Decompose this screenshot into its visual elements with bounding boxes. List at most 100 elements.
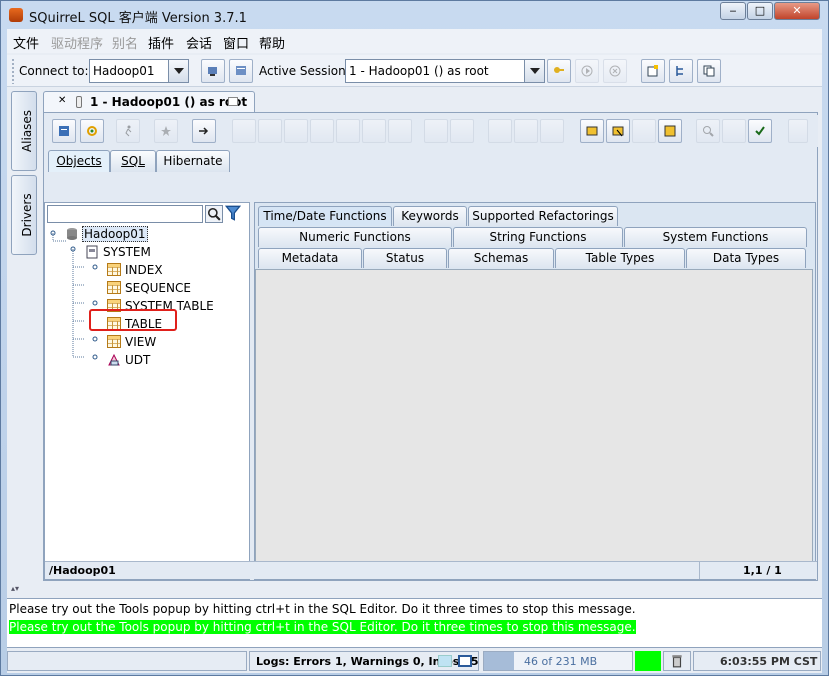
search-button[interactable] (205, 205, 223, 223)
chevron-down-icon[interactable] (524, 60, 544, 82)
tree-node-sequence-label: SEQUENCE (125, 281, 191, 295)
menu-window[interactable]: 窗口 (223, 33, 249, 52)
memory-panel[interactable]: 46 of 231 MB (483, 651, 633, 671)
active-session-combo[interactable]: 1 - Hadoop01 () as root (345, 59, 545, 83)
edit-button[interactable] (258, 119, 282, 143)
sql-editor-button[interactable] (52, 119, 76, 143)
undock-icon[interactable] (228, 97, 238, 106)
toolbar-grip[interactable] (11, 58, 15, 84)
delete-button[interactable] (424, 119, 448, 143)
tab-system-functions[interactable]: System Functions (624, 227, 807, 247)
filter-button[interactable] (224, 205, 243, 223)
results-layout-button[interactable] (658, 119, 682, 143)
tab-metadata[interactable]: Metadata (258, 248, 362, 268)
goto-button[interactable] (192, 119, 216, 143)
menu-aliases[interactable]: 别名 (112, 33, 138, 52)
close-results-button[interactable] (632, 119, 656, 143)
menu-file[interactable]: 文件 (13, 33, 39, 52)
maximize-button[interactable]: □ (747, 2, 773, 20)
new-session-button[interactable] (547, 59, 571, 83)
aliases-tab[interactable]: Aliases (11, 91, 37, 171)
bookmark-button[interactable] (154, 119, 178, 143)
logs-panel[interactable]: Logs: Errors 1, Warnings 0, Infos 45 (249, 651, 479, 671)
tree-node-index[interactable]: INDEX (107, 263, 163, 277)
menu-session[interactable]: 会话 (186, 33, 212, 52)
tab-sql-label: SQL (121, 154, 145, 168)
tree-search-input[interactable] (47, 205, 203, 223)
tab-data-types[interactable]: Data Types (686, 248, 806, 268)
next-button[interactable] (514, 119, 538, 143)
tree-view-button[interactable] (669, 59, 693, 83)
print-button[interactable] (310, 119, 334, 143)
connect-to-combo[interactable]: Hadoop01 (89, 59, 189, 83)
tab-time-date-functions[interactable]: Time/Date Functions (258, 206, 392, 226)
session-window: ✕ 1 - Hadoop01 () as root Objects SQL Hi… (43, 91, 818, 581)
copy-window-button[interactable] (697, 59, 721, 83)
tree-node-root[interactable]: Hadoop01 (65, 226, 148, 242)
tab-icon (586, 126, 598, 136)
minimize-button[interactable]: ‒ (720, 2, 746, 20)
tab-hibernate[interactable]: Hibernate (156, 150, 230, 172)
run-button[interactable] (575, 59, 599, 83)
export-button[interactable] (722, 119, 746, 143)
tree-node-index-label: INDEX (125, 263, 163, 277)
run-sql-button[interactable] (116, 119, 140, 143)
window-icon (612, 126, 624, 137)
tab-keywords[interactable]: Keywords (393, 206, 467, 226)
tree-node-sequence[interactable]: SEQUENCE (107, 281, 191, 295)
new-document-icon (647, 65, 658, 77)
monitor-icon[interactable] (458, 655, 472, 667)
menu-help[interactable]: 帮助 (259, 33, 285, 52)
splitter[interactable]: ▴▾ (11, 585, 818, 593)
new-button[interactable] (232, 119, 256, 143)
tab-numeric-functions[interactable]: Numeric Functions (258, 227, 452, 247)
previous-button[interactable] (488, 119, 512, 143)
format-button[interactable] (540, 119, 564, 143)
app-window: SQuirreL SQL 客户端 Version 3.7.1 ‒ □ ✕ 文件 … (0, 0, 829, 676)
commit-button[interactable] (450, 119, 474, 143)
save-as-button[interactable] (388, 119, 412, 143)
session-tab-title: 1 - Hadoop01 () as root (90, 95, 248, 109)
close-button[interactable]: ✕ (774, 2, 820, 20)
status-path: /Hadoop01 (49, 564, 116, 577)
connect-button[interactable] (201, 59, 225, 83)
tree-node-udt[interactable]: UDT (107, 353, 150, 367)
chevron-down-icon[interactable] (168, 60, 188, 82)
drivers-tab[interactable]: Drivers (11, 175, 37, 255)
more-button[interactable] (788, 119, 808, 143)
tab-string-functions[interactable]: String Functions (453, 227, 623, 247)
tree-node-schema[interactable]: SYSTEM (85, 245, 151, 259)
copy-icon (703, 65, 715, 77)
memory-fill (484, 652, 514, 670)
result-tabs-button[interactable] (580, 119, 604, 143)
bottom-status-bar: Logs: Errors 1, Warnings 0, Infos 45 46 … (7, 651, 822, 671)
runner-icon (125, 125, 132, 137)
tab-table-types[interactable]: Table Types (555, 248, 685, 268)
menu-plugins[interactable]: 插件 (148, 33, 174, 52)
layout-icon (664, 125, 676, 137)
tab-supported-refactorings[interactable]: Supported Refactorings (468, 206, 618, 226)
refresh-button[interactable] (80, 119, 104, 143)
new-window-button[interactable] (641, 59, 665, 83)
editor-icon (59, 126, 69, 136)
tree-node-root-label: Hadoop01 (82, 226, 148, 242)
result-window-button[interactable] (606, 119, 630, 143)
tab-schemas[interactable]: Schemas (448, 248, 554, 268)
stop-button[interactable] (603, 59, 627, 83)
tree-node-view[interactable]: VIEW (107, 335, 156, 349)
tab-sql[interactable]: SQL (110, 150, 156, 172)
tab-objects[interactable]: Objects (48, 150, 110, 172)
session-properties-button[interactable] (229, 59, 253, 83)
menu-bar: 文件 驱动程序 别名 插件 会话 窗口 帮助 (7, 29, 822, 53)
tab-status[interactable]: Status (363, 248, 447, 268)
copy-button[interactable] (336, 119, 360, 143)
tree-node-udt-label: UDT (125, 353, 151, 367)
check-button[interactable] (748, 119, 772, 143)
search-tool-button[interactable] (696, 119, 720, 143)
save-button[interactable] (362, 119, 386, 143)
close-icon[interactable]: ✕ (58, 95, 66, 106)
menu-drivers[interactable]: 驱动程序 (51, 33, 103, 52)
garbage-collect-button[interactable] (663, 651, 691, 671)
session-tab[interactable]: ✕ 1 - Hadoop01 () as root (43, 91, 255, 113)
open-button[interactable] (284, 119, 308, 143)
